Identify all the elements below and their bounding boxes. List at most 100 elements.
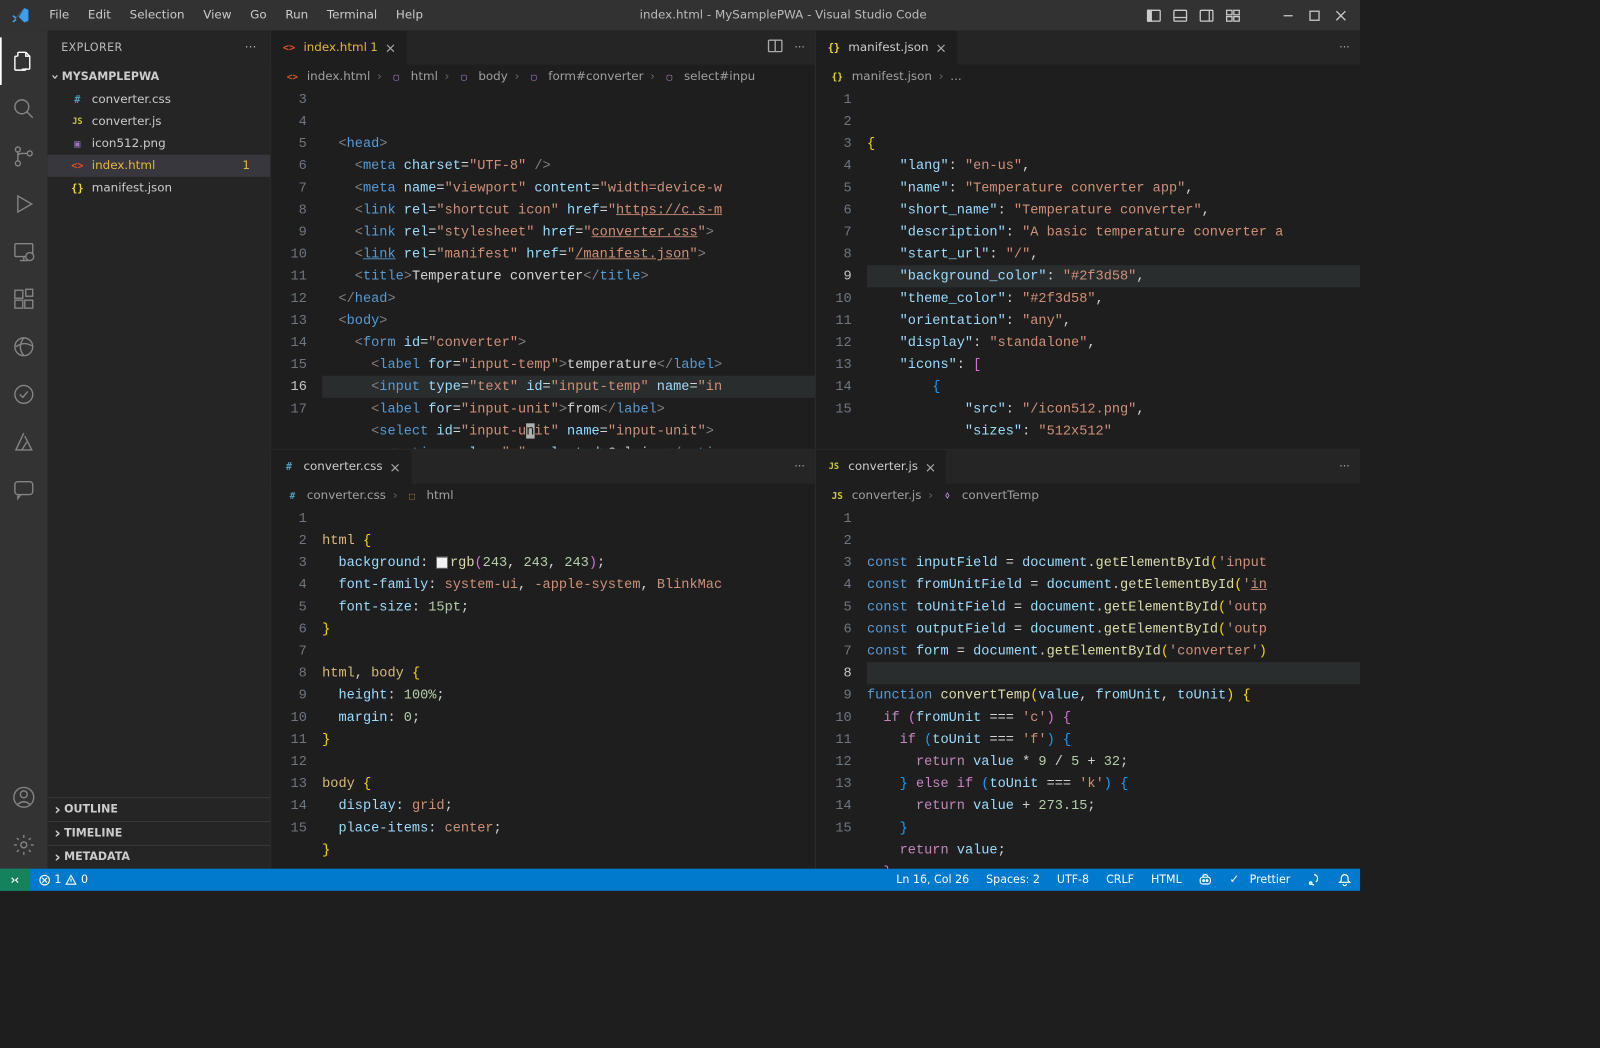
menu-help[interactable]: Help xyxy=(387,3,431,27)
window-close-icon[interactable] xyxy=(1334,8,1348,22)
tab-bar: {} manifest.json × ··· xyxy=(816,31,1360,65)
code-editor[interactable]: 123456789101112131415 const inputField =… xyxy=(816,507,1360,868)
symbol-icon: ⬚ xyxy=(404,488,419,503)
color-swatch xyxy=(436,557,448,569)
symbol-icon: ⬨ xyxy=(940,488,955,503)
file-item-html[interactable]: <>index.html1 xyxy=(48,155,271,177)
menu-selection[interactable]: Selection xyxy=(121,3,193,27)
layout-sidebar-right-icon[interactable] xyxy=(1199,8,1213,22)
chevron-right-icon xyxy=(54,801,60,819)
metadata-panel-header[interactable]: METADATA xyxy=(48,845,271,869)
timeline-panel-header[interactable]: TIMELINE xyxy=(48,821,271,845)
more-actions-icon[interactable]: ··· xyxy=(794,460,805,473)
status-bar: 1 0 Ln 16, Col 26 Spaces: 2 UTF-8 CRLF H… xyxy=(0,869,1360,891)
explorer-more-icon[interactable]: ··· xyxy=(245,41,257,54)
symbol-icon: ▢ xyxy=(526,69,541,84)
feedback-icon[interactable] xyxy=(1299,873,1330,887)
image-file-icon: ▣ xyxy=(70,136,85,151)
activity-chat-icon[interactable] xyxy=(0,466,48,514)
html-file-icon: <> xyxy=(285,69,300,84)
chevron-down-icon xyxy=(53,68,59,84)
window-title: index.html - MySamplePWA - Visual Studio… xyxy=(432,9,1135,23)
file-item-css[interactable]: #converter.css xyxy=(48,88,271,110)
folder-header[interactable]: MYSAMPLEPWA xyxy=(48,65,271,89)
tab-manifest-json[interactable]: {} manifest.json × xyxy=(816,31,958,65)
tab-bar: JS converter.js × ··· xyxy=(816,450,1360,484)
activity-remote-explorer-icon[interactable] xyxy=(0,228,48,276)
more-actions-icon[interactable]: ··· xyxy=(794,41,805,54)
activity-extensions-icon[interactable] xyxy=(0,275,48,323)
breadcrumb[interactable]: {}manifest.json›... xyxy=(816,65,1360,89)
tab-bar: <> index.html 1 × ··· xyxy=(271,31,815,65)
code-editor[interactable]: 123456789101112131415 html { background:… xyxy=(271,507,815,868)
encoding-status[interactable]: UTF-8 xyxy=(1048,873,1097,887)
tab-converter-css[interactable]: # converter.css × xyxy=(271,450,412,484)
layout-customize-icon[interactable] xyxy=(1226,8,1240,22)
activity-testing-icon[interactable] xyxy=(0,371,48,419)
indentation-status[interactable]: Spaces: 2 xyxy=(978,873,1049,887)
explorer-sidebar: EXPLORER ··· MYSAMPLEPWA #converter.css … xyxy=(48,31,271,869)
activity-settings-icon[interactable] xyxy=(0,821,48,869)
activity-run-debug-icon[interactable] xyxy=(0,180,48,228)
cursor-position-status[interactable]: Ln 16, Col 26 xyxy=(888,873,978,887)
js-file-icon: JS xyxy=(830,488,845,503)
window-maximize-icon[interactable] xyxy=(1307,8,1321,22)
chevron-right-icon xyxy=(54,848,60,866)
chevron-right-icon xyxy=(54,825,60,843)
tab-converter-js[interactable]: JS converter.js × xyxy=(816,450,947,484)
menu-file[interactable]: File xyxy=(41,3,78,27)
editor-pane-2: {} manifest.json × ··· {}manifest.json›.… xyxy=(815,31,1360,450)
activity-edge-icon[interactable] xyxy=(0,323,48,371)
symbol-icon: ▢ xyxy=(389,69,404,84)
html-file-icon: <> xyxy=(281,40,296,55)
notifications-icon[interactable] xyxy=(1329,873,1360,887)
problems-status[interactable]: 1 0 xyxy=(30,873,97,886)
menu-terminal[interactable]: Terminal xyxy=(318,3,385,27)
more-actions-icon[interactable]: ··· xyxy=(1339,460,1350,473)
breadcrumb[interactable]: #converter.css› ⬚html xyxy=(271,484,815,508)
editor-pane-3: # converter.css × ··· #converter.css› ⬚h… xyxy=(270,450,815,869)
file-item-png[interactable]: ▣icon512.png xyxy=(48,133,271,155)
activity-search-icon[interactable] xyxy=(0,85,48,133)
file-item-json[interactable]: {}manifest.json xyxy=(48,177,271,199)
tab-index-html[interactable]: <> index.html 1 × xyxy=(271,31,407,65)
symbol-icon: ▢ xyxy=(662,69,677,84)
activity-source-control-icon[interactable] xyxy=(0,133,48,181)
explorer-title: EXPLORER xyxy=(61,41,122,54)
editor-pane-4: JS converter.js × ··· JSconverter.js› ⬨c… xyxy=(815,450,1360,869)
outline-panel-header[interactable]: OUTLINE xyxy=(48,797,271,821)
menu-view[interactable]: View xyxy=(195,3,240,27)
symbol-icon: ▢ xyxy=(456,69,471,84)
layout-sidebar-left-icon[interactable] xyxy=(1147,8,1161,22)
css-file-icon: # xyxy=(70,92,85,107)
breadcrumb[interactable]: <>index.html› ▢html› ▢body› ▢form#conver… xyxy=(271,65,815,89)
css-file-icon: # xyxy=(285,488,300,503)
code-editor[interactable]: 123456789101112131415 { "lang": "en-us",… xyxy=(816,88,1360,448)
eol-status[interactable]: CRLF xyxy=(1098,873,1143,887)
menu-run[interactable]: Run xyxy=(277,3,317,27)
menu-go[interactable]: Go xyxy=(242,3,276,27)
remote-indicator[interactable] xyxy=(0,869,30,891)
prettier-status[interactable]: ✓ Prettier xyxy=(1221,873,1299,887)
code-editor[interactable]: 34567891011121314151617 <head> <meta cha… xyxy=(271,88,815,448)
close-tab-icon[interactable]: × xyxy=(385,40,396,56)
close-tab-icon[interactable]: × xyxy=(389,459,400,475)
language-status[interactable]: HTML xyxy=(1142,873,1190,887)
line-gutter: 34567891011121314151617 xyxy=(271,88,322,448)
activity-azure-icon[interactable] xyxy=(0,418,48,466)
js-file-icon: JS xyxy=(70,114,85,129)
modified-badge: 1 xyxy=(242,159,256,173)
menu-edit[interactable]: Edit xyxy=(79,3,119,27)
more-actions-icon[interactable]: ··· xyxy=(1339,41,1350,54)
window-minimize-icon[interactable] xyxy=(1281,8,1295,22)
activity-account-icon[interactable] xyxy=(0,774,48,822)
close-tab-icon[interactable]: × xyxy=(925,459,936,475)
copilot-status-icon[interactable] xyxy=(1190,873,1221,887)
layout-panel-icon[interactable] xyxy=(1173,8,1187,22)
split-editor-icon[interactable] xyxy=(767,38,782,57)
breadcrumb[interactable]: JSconverter.js› ⬨convertTemp xyxy=(816,484,1360,508)
close-tab-icon[interactable]: × xyxy=(935,40,946,56)
activity-explorer-icon[interactable] xyxy=(0,37,48,85)
menu-bar: File Edit Selection View Go Run Terminal… xyxy=(41,3,432,27)
file-item-js[interactable]: JSconverter.js xyxy=(48,111,271,133)
